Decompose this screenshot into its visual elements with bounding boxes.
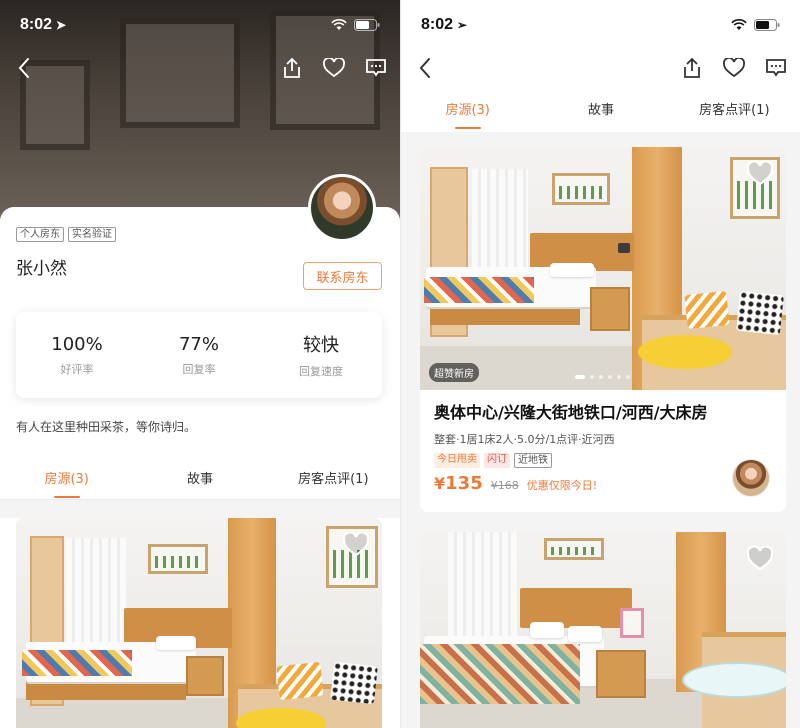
profile-tabs: 房源(3) 故事 房客点评(1) bbox=[0, 470, 400, 500]
tag-today-sale: 今日甩卖 bbox=[434, 453, 480, 468]
listing-card[interactable] bbox=[420, 532, 786, 728]
favorite-heart-icon[interactable] bbox=[746, 161, 774, 187]
location-arrow-icon: ➤ bbox=[56, 18, 67, 32]
listing-photo[interactable] bbox=[420, 147, 786, 390]
listing-price: ¥135 ¥168 优惠仅限今日! bbox=[434, 473, 597, 494]
badge-verified: 实名验证 bbox=[68, 227, 116, 242]
profile-tabs: 房源(3) 故事 房客点评(1) bbox=[401, 101, 800, 131]
stat-value: 77% bbox=[178, 333, 219, 355]
listing-title[interactable]: 奥体中心/兴隆大街地铁口/河西/大床房 bbox=[434, 399, 708, 423]
listing-tags: 今日甩卖 闪订 近地铁 bbox=[434, 453, 552, 468]
wifi-icon bbox=[331, 19, 347, 30]
listing-info: 整套·1居1床2人·5.0分/1点评·近河西 bbox=[434, 433, 615, 446]
tab-story[interactable]: 故事 bbox=[133, 470, 266, 500]
host-avatar[interactable] bbox=[732, 459, 770, 497]
status-bar: 8:02 ➢ bbox=[401, 14, 800, 36]
top-nav bbox=[401, 52, 800, 84]
stat-label: 回复速度 bbox=[299, 365, 343, 378]
section-gap bbox=[0, 500, 400, 518]
listing-photo[interactable] bbox=[420, 532, 786, 728]
tag-near-subway: 近地铁 bbox=[514, 453, 552, 468]
tab-story[interactable]: 故事 bbox=[534, 101, 667, 131]
share-icon[interactable] bbox=[680, 56, 704, 80]
price-promo: 优惠仅限今日! bbox=[526, 479, 598, 492]
stat-reply-speed: 较快 回复速度 bbox=[260, 312, 382, 398]
wifi-icon bbox=[731, 19, 747, 30]
price-current: ¥135 bbox=[434, 473, 483, 494]
top-nav bbox=[0, 52, 400, 84]
stat-label: 回复率 bbox=[182, 362, 216, 376]
price-original: ¥168 bbox=[490, 479, 519, 492]
listing-photo[interactable] bbox=[16, 518, 382, 728]
message-icon[interactable] bbox=[364, 56, 388, 80]
favorite-heart-icon[interactable] bbox=[322, 56, 346, 80]
stat-rating: 100% 好评率 bbox=[16, 312, 138, 398]
host-avatar[interactable] bbox=[308, 174, 376, 242]
stat-value: 100% bbox=[51, 333, 103, 355]
tag-instant-book: 闪订 bbox=[484, 453, 510, 468]
listings-screen: 8:02 ➢ 房源(3) 故事 房客点评(1) 超赞新房 奥体中心/兴隆大街地铁… bbox=[400, 0, 800, 728]
carousel-dot bbox=[617, 375, 621, 379]
contact-host-button[interactable]: 联系房东 bbox=[303, 262, 382, 290]
tab-reviews[interactable]: 房客点评(1) bbox=[668, 101, 800, 131]
favorite-heart-icon[interactable] bbox=[722, 56, 746, 80]
message-icon[interactable] bbox=[764, 56, 788, 80]
carousel-dot bbox=[590, 375, 594, 379]
host-profile-screen: 8:02 ➤ 个人房东 实名验证 张小然 联系房东 100% 好评率 77% 回… bbox=[0, 0, 400, 728]
status-time: 8:02 ➤ bbox=[20, 16, 67, 33]
stat-value: 较快 bbox=[303, 335, 339, 356]
badge-personal-host: 个人房东 bbox=[16, 227, 64, 242]
carousel-dot bbox=[608, 375, 612, 379]
tab-reviews[interactable]: 房客点评(1) bbox=[267, 470, 400, 500]
stat-reply-rate: 77% 回复率 bbox=[138, 312, 260, 398]
carousel-dot bbox=[599, 375, 603, 379]
carousel-indicator bbox=[575, 375, 630, 379]
tab-listings[interactable]: 房源(3) bbox=[0, 470, 133, 500]
status-time: 8:02 ➢ bbox=[421, 16, 468, 33]
host-bio: 有人在这里种田采茶，等你诗归。 bbox=[16, 420, 197, 434]
stat-label: 好评率 bbox=[60, 362, 94, 376]
listing-card[interactable]: 超赞新房 奥体中心/兴隆大街地铁口/河西/大床房 整套·1居1床2人·5.0分/… bbox=[420, 147, 786, 512]
share-icon[interactable] bbox=[280, 56, 304, 80]
location-arrow-icon: ➢ bbox=[457, 18, 468, 32]
favorite-heart-icon[interactable] bbox=[342, 532, 370, 558]
favorite-heart-icon[interactable] bbox=[746, 546, 774, 572]
carousel-dot bbox=[626, 375, 630, 379]
new-room-badge: 超赞新房 bbox=[429, 363, 479, 382]
host-stats-card: 100% 好评率 77% 回复率 较快 回复速度 bbox=[16, 312, 382, 398]
tab-listings[interactable]: 房源(3) bbox=[401, 101, 534, 131]
status-bar: 8:02 ➤ bbox=[0, 14, 400, 36]
carousel-dot bbox=[575, 375, 585, 379]
host-name: 张小然 bbox=[16, 259, 67, 279]
battery-icon bbox=[354, 19, 380, 31]
back-icon[interactable] bbox=[413, 56, 437, 80]
battery-icon bbox=[754, 19, 780, 31]
back-icon[interactable] bbox=[12, 56, 36, 80]
host-verification-badges: 个人房东 实名验证 bbox=[16, 227, 116, 242]
